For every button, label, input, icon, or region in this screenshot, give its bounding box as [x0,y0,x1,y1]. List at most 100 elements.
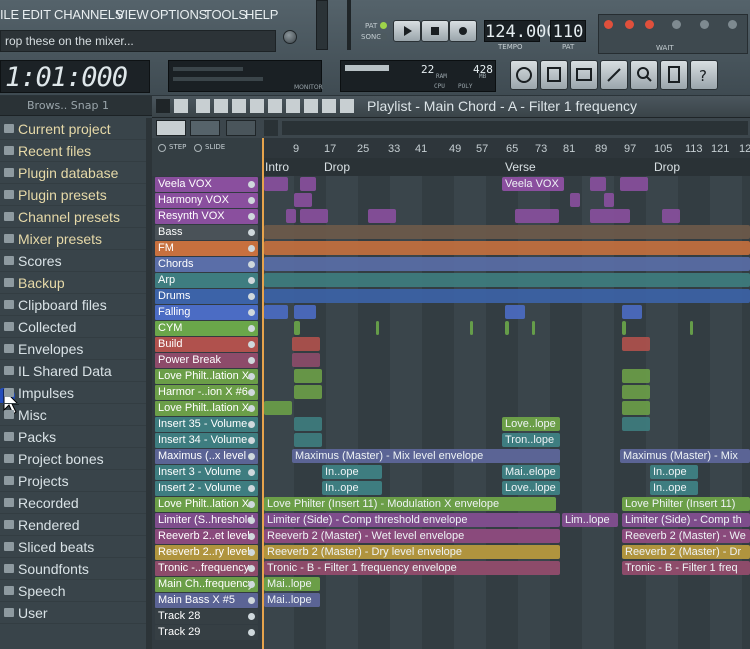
countdown-led[interactable] [645,20,654,29]
track-mute-led[interactable] [248,613,255,620]
track-mute-led[interactable] [248,597,255,604]
browser-item-18[interactable]: Rendered [0,514,146,536]
track-header[interactable]: Falling [155,305,258,320]
browser-item-0[interactable]: Current project [0,118,146,140]
pattern-clip[interactable] [622,417,650,431]
menu-view[interactable]: VIEW [116,7,149,22]
automation-clip[interactable]: In..ope [322,465,382,479]
track-header[interactable]: Limiter (S..hreshold [155,513,258,528]
track-mute-led[interactable] [248,277,255,284]
marker-drop[interactable]: Drop [324,160,350,174]
tools-button[interactable] [600,60,628,90]
blend-notes-led[interactable] [728,20,737,29]
pattern-clip[interactable] [590,177,606,191]
track-header[interactable]: Harmor -..ion X #6 [155,385,258,400]
marker-verse[interactable]: Verse [505,160,536,174]
track-mute-led[interactable] [248,229,255,236]
pattern-clip[interactable] [622,337,650,351]
track-mute-led[interactable] [248,565,255,572]
track-header[interactable]: FM [155,241,258,256]
track-header[interactable]: Maximus (..x level [155,449,258,464]
pattern-clip[interactable] [292,353,320,367]
browser-item-13[interactable]: Misc [0,404,146,426]
marker-drop[interactable]: Drop [654,160,680,174]
record-wait-led[interactable] [625,20,634,29]
browser-item-5[interactable]: Mixer presets [0,228,146,250]
track-mute-led[interactable] [248,581,255,588]
song-mode-led[interactable] [380,33,387,40]
automation-clip[interactable]: Tronic - B - Filter 1 frequency envelope [264,561,560,575]
pat-mode-led[interactable] [380,22,387,29]
track-mute-led[interactable] [248,485,255,492]
pattern-clip[interactable] [294,433,322,447]
song-position-display[interactable]: 1:01:000 [0,60,150,93]
slide-mode-radio[interactable] [194,144,202,152]
pattern-display[interactable]: 110 [550,20,586,42]
automation-clip[interactable]: Limiter (Side) - Comp th [622,513,750,527]
track-mute-led[interactable] [248,405,255,412]
track-mute-led[interactable] [248,261,255,268]
browser-item-2[interactable]: Plugin database [0,162,146,184]
pattern-clip[interactable] [294,193,312,207]
pattern-clip[interactable] [590,209,630,223]
track-header[interactable]: Track 29 [155,625,258,640]
automation-clip[interactable]: Tron..lope [502,433,560,447]
track-mute-led[interactable] [248,373,255,380]
pattern-clip[interactable] [264,289,750,303]
automation-clip[interactable]: Love..lope [502,417,560,431]
track-mute-led[interactable] [248,325,255,332]
loop-record-led[interactable] [700,20,709,29]
browser-item-16[interactable]: Projects [0,470,146,492]
automation-clip[interactable]: Limiter (Side) - Comp threshold envelope [264,513,560,527]
track-mute-led[interactable] [248,181,255,188]
delete-icon[interactable] [232,99,246,113]
pattern-clip[interactable] [294,385,322,399]
automation-clip[interactable]: Reeverb 2 (Master) - Dr [622,545,750,559]
track-header[interactable]: Main Ch..frequency [155,577,258,592]
pattern-clip[interactable] [294,369,322,383]
track-header[interactable]: Bass [155,225,258,240]
browser-item-17[interactable]: Recorded [0,492,146,514]
playback-icon[interactable] [340,99,354,113]
browser-item-6[interactable]: Scores [0,250,146,272]
automation-clip[interactable]: Lim..lope [562,513,618,527]
metronome-led[interactable] [604,20,613,29]
browser-item-20[interactable]: Soundfonts [0,558,146,580]
menu-options[interactable]: OPTIONS [150,7,207,22]
menu-file[interactable]: ILE [0,7,19,22]
brush-icon[interactable] [214,99,228,113]
automation-clip[interactable]: Veela VOX [502,177,564,191]
pattern-clip[interactable] [622,369,650,383]
browser-item-19[interactable]: Sliced beats [0,536,146,558]
track-header[interactable]: Arp [155,273,258,288]
browser-item-12[interactable]: Impulses [0,382,146,404]
pattern-clip[interactable] [622,305,642,319]
automation-clip[interactable]: Mai..lope [264,577,320,591]
track-mute-led[interactable] [248,309,255,316]
browser-item-7[interactable]: Backup [0,272,146,294]
mute-icon[interactable] [250,99,264,113]
automation-clip[interactable]: Mai..elope [502,465,560,479]
track-mute-led[interactable] [248,389,255,396]
tab-audio-clips[interactable] [226,120,256,136]
track-mute-led[interactable] [248,549,255,556]
track-header[interactable]: Build [155,337,258,352]
track-header[interactable]: Main Bass X #5 [155,593,258,608]
track-header[interactable]: Love Philt..lation X [155,401,258,416]
playlist-menu-icon[interactable] [156,99,170,113]
browser-item-1[interactable]: Recent files [0,140,146,162]
track-header[interactable]: Track 28 [155,609,258,624]
automation-clip[interactable]: Mai..lope [264,593,320,607]
scroll-left-icon[interactable] [264,120,278,136]
automation-clip[interactable]: Love Philter (Insert 11) - Modulation X … [264,497,556,511]
pattern-clip[interactable] [622,321,626,335]
pattern-clip[interactable] [690,321,693,335]
horizontal-scrollbar[interactable] [282,121,748,135]
pattern-clip[interactable] [264,273,750,287]
browser-item-15[interactable]: Project bones [0,448,146,470]
track-mute-led[interactable] [248,421,255,428]
pattern-clip[interactable] [300,209,328,223]
menu-help[interactable]: HELP [245,7,278,22]
browser-item-10[interactable]: Envelopes [0,338,146,360]
pattern-clip[interactable] [294,417,322,431]
